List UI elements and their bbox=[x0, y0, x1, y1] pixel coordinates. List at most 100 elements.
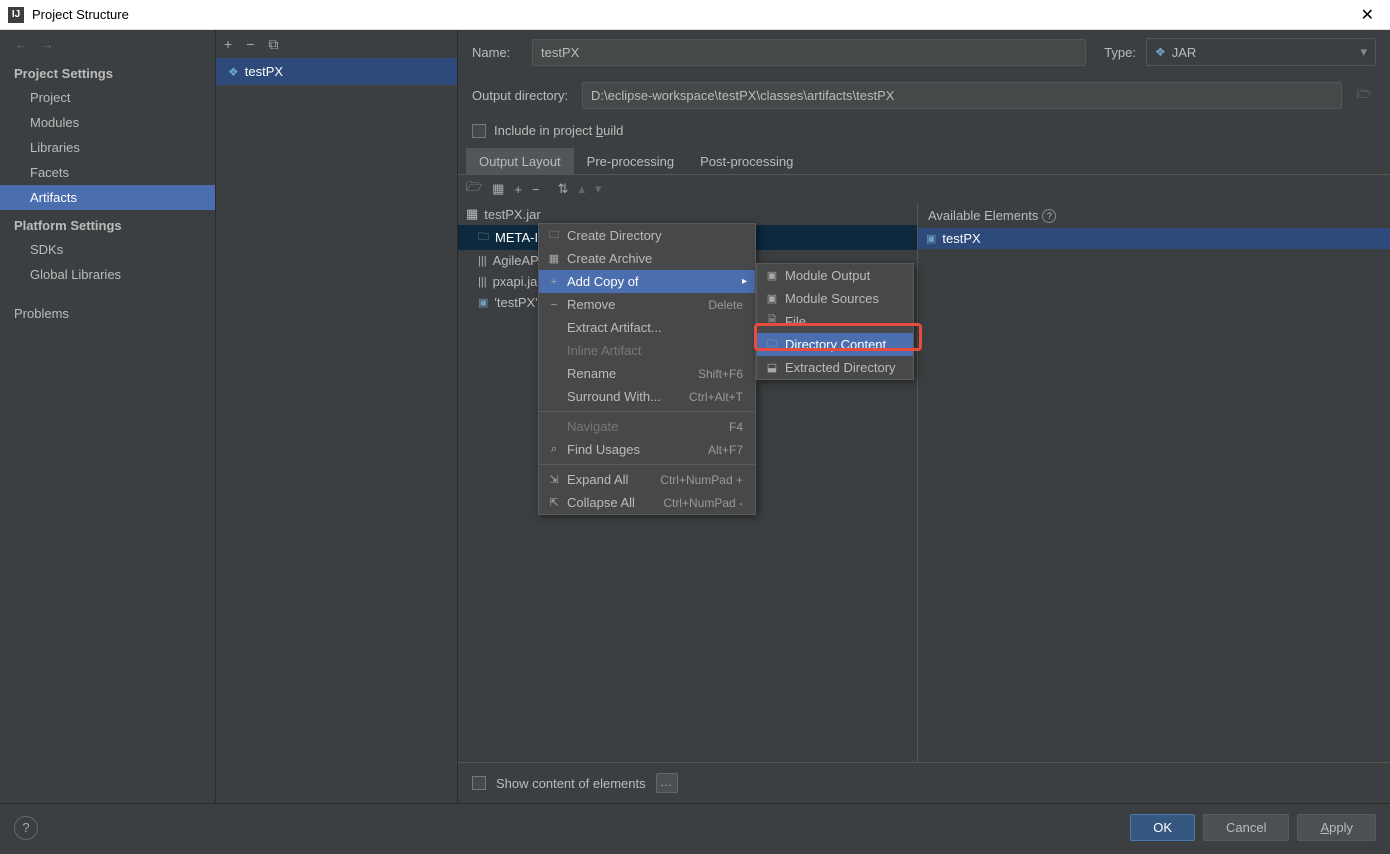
type-select[interactable]: ❖ JAR ▾ bbox=[1146, 38, 1376, 66]
output-tree: ▦ testPX.jar 🗀 META-INF ||| AgileAP ||| … bbox=[458, 203, 918, 762]
up-icon[interactable]: ▴ bbox=[579, 181, 586, 197]
folder-icon: 🗀 bbox=[478, 228, 489, 247]
sidebar-item-problems[interactable]: Problems bbox=[0, 301, 215, 326]
separator bbox=[539, 411, 755, 412]
ok-button[interactable]: OK bbox=[1130, 814, 1195, 841]
folder-icon: 🗀 bbox=[765, 335, 779, 354]
tabs: Output Layout Pre-processing Post-proces… bbox=[458, 148, 1390, 175]
jar-icon: ❖ bbox=[228, 65, 239, 79]
module-icon: ▣ bbox=[765, 292, 779, 305]
sidebar-item-facets[interactable]: Facets bbox=[0, 160, 215, 185]
module-icon: ▣ bbox=[765, 269, 779, 282]
submenu-arrow-icon: ▸ bbox=[742, 276, 747, 287]
ctx-surround-with[interactable]: Surround With...Ctrl+Alt+T bbox=[539, 385, 755, 408]
plus-icon: + bbox=[547, 276, 561, 288]
library-icon: ||| bbox=[478, 255, 487, 267]
name-input[interactable] bbox=[532, 39, 1086, 66]
down-icon[interactable]: ▾ bbox=[595, 181, 602, 197]
sidebar-item-modules[interactable]: Modules bbox=[0, 110, 215, 135]
collapse-icon: ⇱ bbox=[547, 496, 561, 509]
tree-root[interactable]: ▦ testPX.jar bbox=[458, 203, 917, 225]
available-item-testpx[interactable]: ▣ testPX bbox=[918, 228, 1390, 249]
name-label: Name: bbox=[472, 45, 522, 60]
close-icon[interactable]: ✕ bbox=[1353, 5, 1382, 25]
help-button[interactable]: ? bbox=[14, 816, 38, 840]
new-archive-icon[interactable]: ▦ bbox=[492, 181, 504, 197]
ctx-extract-artifact[interactable]: Extract Artifact... bbox=[539, 316, 755, 339]
copy-artifact-icon[interactable]: ⧉ bbox=[268, 36, 278, 53]
search-icon: ⌕ bbox=[547, 443, 561, 456]
folder-icon: 🗀 bbox=[547, 226, 561, 245]
show-content-checkbox[interactable] bbox=[472, 776, 486, 790]
sidebar-item-libraries[interactable]: Libraries bbox=[0, 135, 215, 160]
new-folder-icon[interactable]: 🗁 bbox=[466, 178, 482, 200]
file-icon: 🗎 bbox=[765, 312, 779, 331]
window-title: Project Structure bbox=[32, 7, 1353, 22]
tab-post-processing[interactable]: Post-processing bbox=[687, 148, 806, 174]
apply-button[interactable]: Apply bbox=[1297, 814, 1376, 841]
ctx-collapse-all[interactable]: ⇱Collapse AllCtrl+NumPad - bbox=[539, 491, 755, 514]
ctx-remove[interactable]: −RemoveDelete bbox=[539, 293, 755, 316]
section-project-settings: Project Settings bbox=[0, 58, 215, 85]
tab-pre-processing[interactable]: Pre-processing bbox=[574, 148, 687, 174]
sub-extracted-directory[interactable]: ⬓Extracted Directory bbox=[757, 356, 913, 379]
ctx-inline-artifact: Inline Artifact bbox=[539, 339, 755, 362]
minus-icon: − bbox=[547, 299, 561, 311]
sub-directory-content[interactable]: 🗀Directory Content bbox=[757, 333, 913, 356]
include-build-label: Include in project build bbox=[494, 123, 623, 138]
show-content-label: Show content of elements bbox=[496, 776, 646, 791]
sidebar-item-project[interactable]: Project bbox=[0, 85, 215, 110]
titlebar: IJ Project Structure ✕ bbox=[0, 0, 1390, 30]
sub-module-output[interactable]: ▣Module Output bbox=[757, 264, 913, 287]
type-value: JAR bbox=[1172, 45, 1197, 60]
add-artifact-icon[interactable]: + bbox=[224, 36, 232, 52]
sub-file[interactable]: 🗎File bbox=[757, 310, 913, 333]
ctx-create-directory[interactable]: 🗀Create Directory bbox=[539, 224, 755, 247]
section-platform-settings: Platform Settings bbox=[0, 210, 215, 237]
sort-icon[interactable]: ⇅ bbox=[558, 181, 569, 197]
remove-artifact-icon[interactable]: − bbox=[246, 36, 254, 52]
extract-icon: ⬓ bbox=[765, 361, 779, 374]
artifact-item-testpx[interactable]: ❖ testPX bbox=[216, 58, 457, 85]
output-dir-input[interactable] bbox=[582, 82, 1342, 109]
submenu-add-copy: ▣Module Output ▣Module Sources 🗎File 🗀Di… bbox=[756, 263, 914, 380]
tree-root-label: testPX.jar bbox=[484, 207, 540, 222]
add-icon[interactable]: + bbox=[514, 182, 522, 197]
include-build-checkbox[interactable] bbox=[472, 124, 486, 138]
cancel-button[interactable]: Cancel bbox=[1203, 814, 1289, 841]
available-item-label: testPX bbox=[942, 231, 980, 246]
remove-icon[interactable]: − bbox=[532, 182, 540, 197]
ctx-create-archive[interactable]: ▦Create Archive bbox=[539, 247, 755, 270]
sidebar-item-global-libraries[interactable]: Global Libraries bbox=[0, 262, 215, 287]
nav-forward-icon[interactable]: → bbox=[40, 36, 54, 52]
library-icon: ||| bbox=[478, 276, 487, 288]
jar-icon: ❖ bbox=[1155, 45, 1166, 59]
footer: ? OK Cancel Apply bbox=[0, 803, 1390, 851]
sidebar-item-sdks[interactable]: SDKs bbox=[0, 237, 215, 262]
artifact-details: Name: Type: ❖ JAR ▾ Output directory: 🗁 … bbox=[458, 30, 1390, 803]
module-icon: ▣ bbox=[478, 296, 488, 309]
type-label: Type: bbox=[1096, 45, 1136, 60]
help-icon[interactable]: ? bbox=[1042, 209, 1056, 223]
ctx-find-usages[interactable]: ⌕Find UsagesAlt+F7 bbox=[539, 438, 755, 461]
archive-icon: ▦ bbox=[466, 206, 478, 222]
tree-item-label: 'testPX' bbox=[494, 295, 537, 310]
nav-back-icon[interactable]: ← bbox=[14, 36, 28, 52]
sub-module-sources[interactable]: ▣Module Sources bbox=[757, 287, 913, 310]
artifact-list-panel: + − ⧉ ❖ testPX bbox=[216, 30, 458, 803]
app-icon: IJ bbox=[8, 7, 24, 23]
tree-item-label: pxapi.ja bbox=[493, 274, 538, 289]
tree-item-label: AgileAP bbox=[493, 253, 539, 268]
ctx-rename[interactable]: RenameShift+F6 bbox=[539, 362, 755, 385]
expand-icon: ⇲ bbox=[547, 473, 561, 486]
context-menu: 🗀Create Directory ▦Create Archive +Add C… bbox=[538, 223, 756, 515]
sidebar: ← → Project Settings Project Modules Lib… bbox=[0, 30, 216, 803]
sidebar-item-artifacts[interactable]: Artifacts bbox=[0, 185, 215, 210]
ctx-add-copy-of[interactable]: +Add Copy of▸ bbox=[539, 270, 755, 293]
module-icon: ▣ bbox=[926, 232, 936, 245]
ellipsis-button[interactable]: ... bbox=[656, 773, 678, 793]
separator bbox=[539, 464, 755, 465]
browse-folder-icon[interactable]: 🗁 bbox=[1352, 84, 1376, 108]
tab-output-layout[interactable]: Output Layout bbox=[466, 148, 574, 174]
ctx-expand-all[interactable]: ⇲Expand AllCtrl+NumPad + bbox=[539, 468, 755, 491]
